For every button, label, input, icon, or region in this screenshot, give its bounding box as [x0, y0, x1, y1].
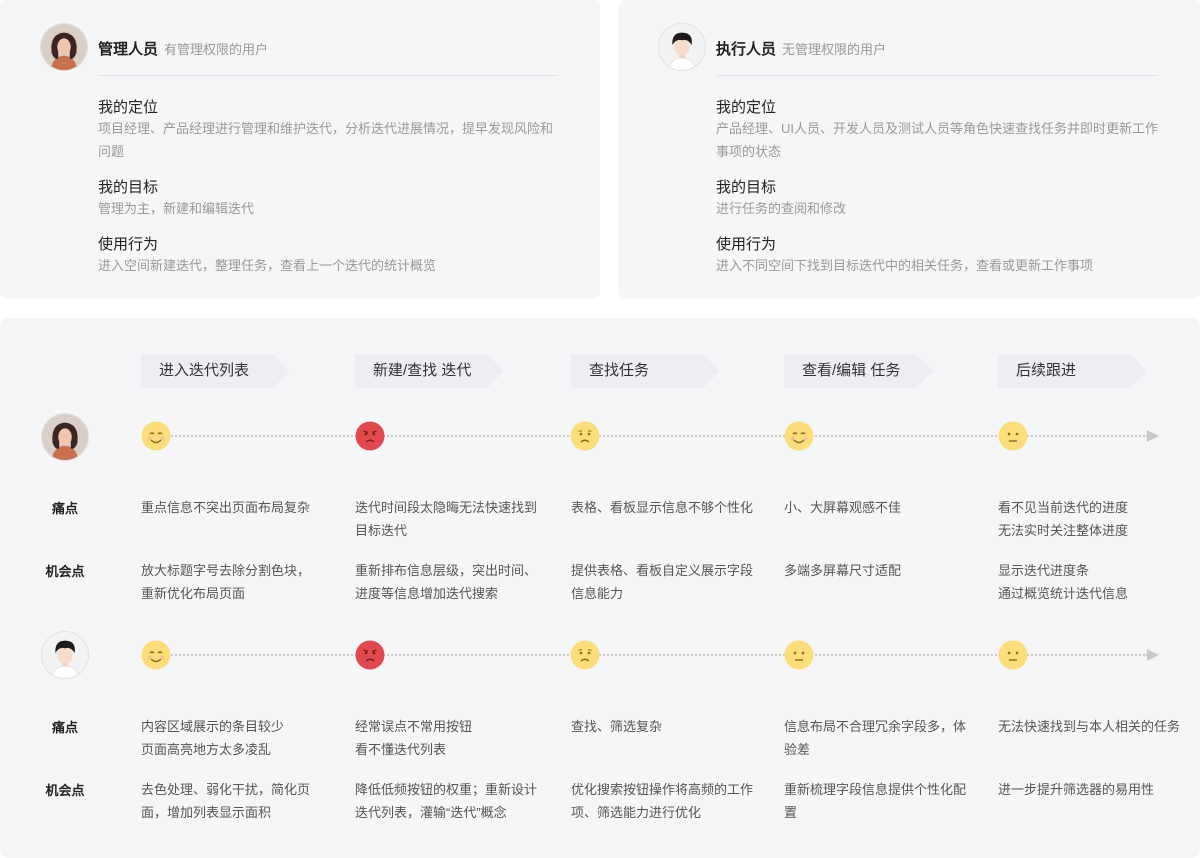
- avatar-admin: [40, 23, 88, 71]
- persona-subtitle: 无管理权限的用户: [782, 42, 887, 57]
- opportunity-label: 机会点: [45, 783, 85, 798]
- stage-label: 进入迭代列表: [159, 362, 250, 379]
- stage-label: 查看/编辑 任务: [802, 362, 901, 379]
- opportunity: 降低低频按钮的权重；重新设计迭代列表，灌输“迭代”概念: [355, 782, 538, 820]
- opportunity: 显示迭代进度条 通过概览统计迭代信息: [998, 563, 1129, 601]
- pain-point: 内容区域展示的条目较少 页面高亮地方太多凌乱: [141, 719, 285, 757]
- lane-avatar-admin: [41, 413, 89, 461]
- section-text-position: 项目经理、产品经理进行管理和维护迭代，分析迭代进展情况，提早发现风险和问题: [98, 121, 554, 159]
- opportunity: 提供表格、看板自定义展示字段信息能力: [571, 563, 754, 601]
- female-avatar-icon: [41, 24, 87, 70]
- persona-card-executor: 执行人员 无管理权限的用户 我的定位 产品经理、UI人员、开发人员及测试人员等角色…: [618, 0, 1200, 299]
- opportunity: 重新梳理字段信息提供个性化配置: [784, 782, 967, 820]
- opportunity: 多端多屏幕尺寸适配: [784, 563, 902, 578]
- pain-point: 重点信息不突出页面布局复杂: [141, 500, 311, 515]
- emotion-happy-icon: [784, 421, 814, 451]
- stage-label: 后续跟进: [1016, 362, 1077, 379]
- section-title-position: 我的定位: [716, 99, 777, 116]
- divider: [716, 75, 1158, 76]
- emotion-angry-icon: [355, 640, 385, 670]
- persona-card-admin: 管理人员 有管理权限的用户 我的定位 项目经理、产品经理进行管理和维护迭代，分析迭…: [0, 0, 600, 299]
- stage-find-task: 查找任务: [571, 354, 721, 388]
- emotion-sad-icon: [570, 421, 600, 451]
- male-avatar-icon: [42, 632, 88, 678]
- section-text-goal: 管理为主，新建和编辑迭代: [98, 201, 255, 216]
- opportunity: 去色处理、弱化干扰，简化页面，增加列表显示面积: [141, 782, 311, 820]
- opportunity-label: 机会点: [45, 564, 85, 579]
- stage-enter-iteration-list: 进入迭代列表: [141, 354, 291, 388]
- persona-title-executor: 执行人员 无管理权限的用户: [716, 38, 886, 59]
- section-title-behavior: 使用行为: [98, 236, 159, 253]
- male-avatar-icon: [659, 24, 705, 70]
- opportunity: 放大标题字号去除分割色块， 重新优化布局页面: [141, 563, 311, 601]
- persona-title-admin: 管理人员 有管理权限的用户: [98, 38, 268, 59]
- opportunity: 重新排布信息层级，突出时间、进度等信息增加迭代搜索: [355, 563, 538, 601]
- pain-point: 表格、看板显示信息不够个性化: [571, 500, 754, 515]
- opportunity: 进一步提升筛选器的易用性: [998, 782, 1155, 797]
- emotion-sad-icon: [570, 640, 600, 670]
- persona-subtitle: 有管理权限的用户: [164, 42, 269, 57]
- section-text-position: 产品经理、UI人员、开发人员及测试人员等角色快速查找任务并即时更新工作事项的状态: [716, 121, 1159, 159]
- stage-label: 新建/查找 迭代: [373, 362, 472, 379]
- pain-label: 痛点: [51, 501, 78, 516]
- section-title-goal: 我的目标: [98, 179, 159, 196]
- stage-view-edit-task: 查看/编辑 任务: [784, 354, 934, 388]
- pain-point: 迭代时间段太隐晦无法快速找到目标迭代: [355, 500, 538, 538]
- pain-point: 无法快速找到与本人相关的任务: [998, 719, 1181, 734]
- pain-point: 查找、筛选复杂: [571, 719, 663, 734]
- emotion-angry-icon: [355, 421, 385, 451]
- persona-name: 管理人员: [98, 41, 159, 58]
- emotion-happy-icon: [141, 421, 171, 451]
- emotion-neutral-icon: [998, 421, 1028, 451]
- persona-name: 执行人员: [716, 41, 777, 58]
- pain-point: 小、大屏幕观感不佳: [784, 500, 902, 515]
- section-text-goal: 进行任务的查阅和修改: [716, 201, 847, 216]
- section-title-goal: 我的目标: [716, 179, 777, 196]
- divider: [98, 75, 558, 76]
- section-title-behavior: 使用行为: [716, 236, 777, 253]
- emotion-happy-icon: [141, 640, 171, 670]
- stage-follow-up: 后续跟进: [998, 354, 1148, 388]
- lane-avatar-executor: [41, 631, 89, 679]
- opportunity: 优化搜索按钮操作将高频的工作项、筛选能力进行优化: [571, 782, 754, 820]
- journey-map: 进入迭代列表 新建/查找 迭代 查找任务 查看/编辑 任务 后续跟进 痛点 重点…: [0, 318, 1200, 858]
- timeline-arrow-icon: [1147, 430, 1159, 442]
- section-title-position: 我的定位: [98, 99, 159, 116]
- stage-label: 查找任务: [589, 362, 650, 379]
- stage-create-find-iteration: 新建/查找 迭代: [355, 354, 505, 388]
- section-text-behavior: 进入空间新建迭代，整理任务，查看上一个迭代的统计概览: [98, 258, 437, 273]
- female-avatar-icon: [42, 414, 88, 460]
- pain-point: 看不见当前迭代的进度 无法实时关注整体进度: [998, 500, 1129, 538]
- emotion-neutral-icon: [784, 640, 814, 670]
- pain-point: 信息布局不合理冗余字段多，体验差: [784, 719, 967, 757]
- avatar-executor: [658, 23, 706, 71]
- section-text-behavior: 进入不同空间下找到目标迭代中的相关任务，查看或更新工作事项: [716, 258, 1094, 273]
- pain-point: 经常误点不常用按钮 看不懂迭代列表: [355, 719, 473, 757]
- emotion-neutral-icon: [998, 640, 1028, 670]
- timeline-arrow-icon: [1147, 649, 1159, 661]
- pain-label: 痛点: [51, 720, 78, 735]
